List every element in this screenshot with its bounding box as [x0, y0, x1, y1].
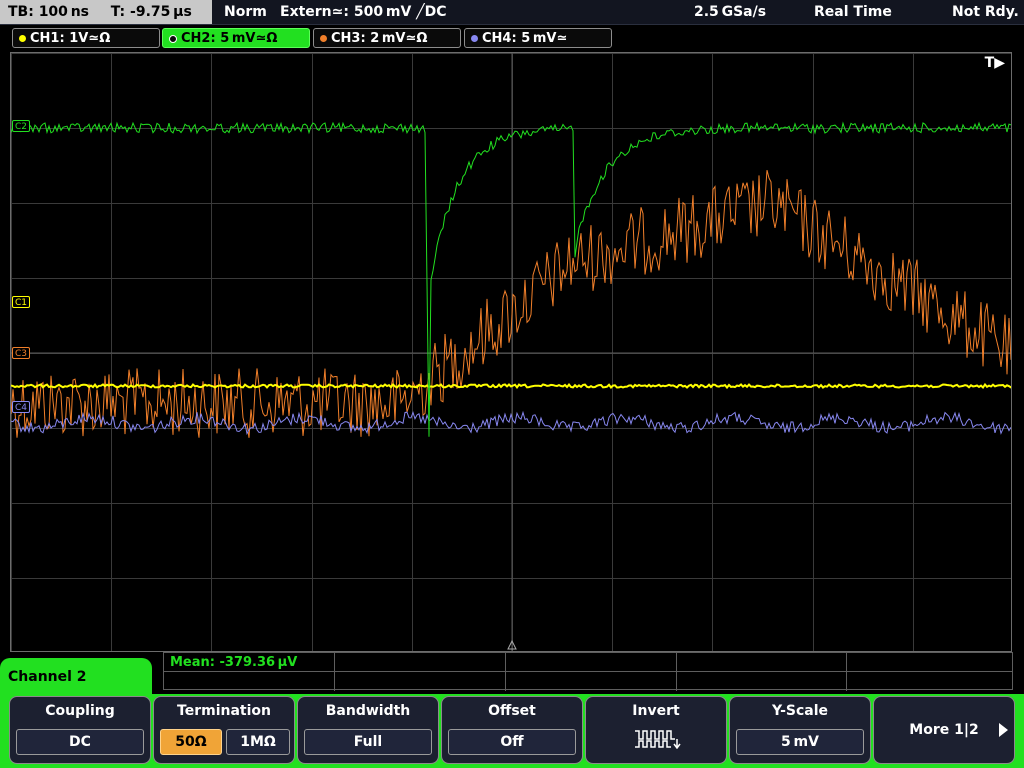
measurement-divider [846, 653, 847, 691]
menu-title: Channel 2 [0, 658, 152, 698]
offset-value[interactable]: Off [448, 729, 576, 755]
status-bar: TB: 100 ns T: -9.75 µs Norm Extern≃: 500… [0, 0, 1024, 25]
more-label: More 1|2 [909, 722, 979, 738]
bandwidth-title: Bandwidth [325, 703, 411, 719]
mean-measurement: Mean: -379.36 µV [170, 655, 298, 670]
offset-softkey[interactable]: Offset Off [441, 696, 583, 764]
ch4-dot-icon [471, 35, 478, 42]
tab-ch2-label: CH2: 5 mV≃Ω [181, 31, 278, 46]
acquisition-mode: Real Time [814, 4, 892, 20]
trigger-position-marker: T▶ [984, 55, 1005, 71]
tab-ch3[interactable]: CH3: 2 mV≃Ω [313, 28, 461, 48]
termination-softkey[interactable]: Termination 50Ω 1MΩ [153, 696, 295, 764]
tab-ch4[interactable]: CH4: 5 mV≃ [464, 28, 612, 48]
tab-ch2[interactable]: CH2: 5 mV≃Ω [162, 28, 310, 48]
next-page-icon [999, 723, 1008, 737]
termination-title: Termination [177, 703, 271, 719]
y-scale-value[interactable]: 5 mV [736, 729, 864, 755]
y-scale-softkey[interactable]: Y-Scale 5 mV [729, 696, 871, 764]
bandwidth-softkey[interactable]: Bandwidth Full [297, 696, 439, 764]
ch3-offset-marker[interactable]: C3 [12, 347, 31, 359]
measurement-panel: Mean: -379.36 µV [163, 652, 1013, 691]
trigger-time-readout: T: -9.75 µs [110, 4, 192, 20]
ch4-offset-marker[interactable]: C4 [12, 401, 31, 413]
measurement-separator [164, 671, 1012, 672]
y-scale-title: Y-Scale [771, 703, 828, 719]
ch1-offset-marker[interactable]: C1 [12, 296, 31, 308]
invert-waveform-icon [635, 730, 681, 749]
waveform-display[interactable]: T▶ [10, 52, 1012, 652]
waveform-canvas [11, 53, 1011, 651]
timebase-readout: TB: 100 ns [8, 4, 90, 20]
acquisition-status: Not Rdy. [952, 4, 1019, 20]
sample-rate: 2.5 GSa/s [694, 4, 767, 20]
coupling-title: Coupling [45, 703, 115, 719]
tab-ch4-label: CH4: 5 mV≃ [482, 31, 568, 46]
trigger-source[interactable]: Extern≃: 500 mV ╱DC [280, 0, 447, 24]
trigger-mode[interactable]: Norm [224, 0, 267, 24]
ch2-offset-marker[interactable]: C2 [12, 120, 31, 132]
more-softkey[interactable]: More 1|2 [873, 696, 1015, 764]
ch3-dot-icon [320, 35, 327, 42]
measurement-divider [505, 653, 506, 691]
tab-ch1[interactable]: CH1: 1V≃Ω [12, 28, 160, 48]
ch1-dot-icon [19, 35, 26, 42]
coupling-value[interactable]: DC [16, 729, 144, 755]
invert-title: Invert [632, 703, 680, 719]
termination-1mohm-option[interactable]: 1MΩ [226, 729, 290, 755]
timebase-box[interactable]: TB: 100 ns T: -9.75 µs [0, 0, 212, 24]
invert-softkey[interactable]: Invert [585, 696, 727, 764]
channel-tabs: CH1: 1V≃Ω CH2: 5 mV≃Ω CH3: 2 mV≃Ω CH4: 5… [0, 26, 1024, 50]
measurement-divider [334, 653, 335, 691]
tab-ch3-label: CH3: 2 mV≃Ω [331, 31, 428, 46]
coupling-softkey[interactable]: Coupling DC [9, 696, 151, 764]
bandwidth-value[interactable]: Full [304, 729, 432, 755]
ch2-dot-icon [169, 34, 177, 43]
tab-ch1-label: CH1: 1V≃Ω [30, 31, 111, 46]
termination-50ohm-option[interactable]: 50Ω [160, 729, 222, 755]
offset-title: Offset [488, 703, 536, 719]
measurement-divider [676, 653, 677, 691]
